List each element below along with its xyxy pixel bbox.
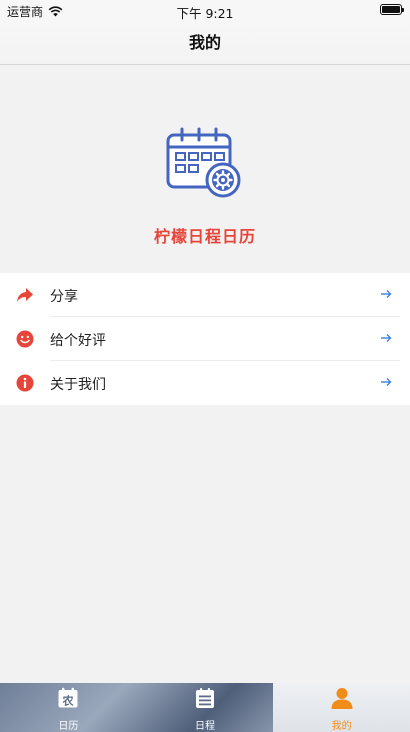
settings-menu: 分享 给个好评 关于我们: [0, 273, 410, 405]
menu-item-about[interactable]: 关于我们: [0, 361, 410, 405]
status-bar: 运营商 下午 9:21: [0, 0, 410, 22]
tab-bar: 农 日历 日程 我的: [0, 683, 410, 732]
list-icon: [196, 688, 214, 708]
calendar-gear-icon: [166, 127, 241, 198]
smile-icon: [16, 330, 34, 348]
clock: 下午 9:21: [176, 6, 234, 21]
menu-item-share[interactable]: 分享: [0, 273, 410, 317]
calendar-icon: 农: [58, 687, 78, 708]
share-icon: [17, 288, 33, 302]
menu-item-label: 关于我们: [50, 377, 106, 393]
app-name: 柠檬日程日历: [153, 227, 256, 246]
tab-label: 日历: [58, 721, 79, 732]
tab-label: 我的: [331, 721, 352, 732]
arrow-right-icon: [381, 378, 392, 386]
page-title: 我的: [188, 33, 221, 52]
menu-item-rate[interactable]: 给个好评: [0, 317, 410, 361]
tab-calendar[interactable]: 农 日历: [0, 683, 137, 732]
nav-bar: 我的: [0, 22, 410, 65]
tab-label: 日程: [195, 721, 215, 732]
info-icon: [16, 374, 34, 392]
calendar-glyph: 农: [62, 694, 74, 708]
tab-mine[interactable]: 我的: [273, 683, 410, 732]
battery-icon: [380, 4, 404, 15]
menu-item-label: 给个好评: [50, 333, 106, 349]
person-icon: [331, 688, 353, 709]
app-header: 柠檬日程日历: [0, 65, 410, 273]
tab-schedule[interactable]: 日程: [137, 683, 274, 732]
menu-item-label: 分享: [50, 289, 78, 305]
arrow-right-icon: [381, 290, 392, 298]
arrow-right-icon: [381, 334, 392, 342]
